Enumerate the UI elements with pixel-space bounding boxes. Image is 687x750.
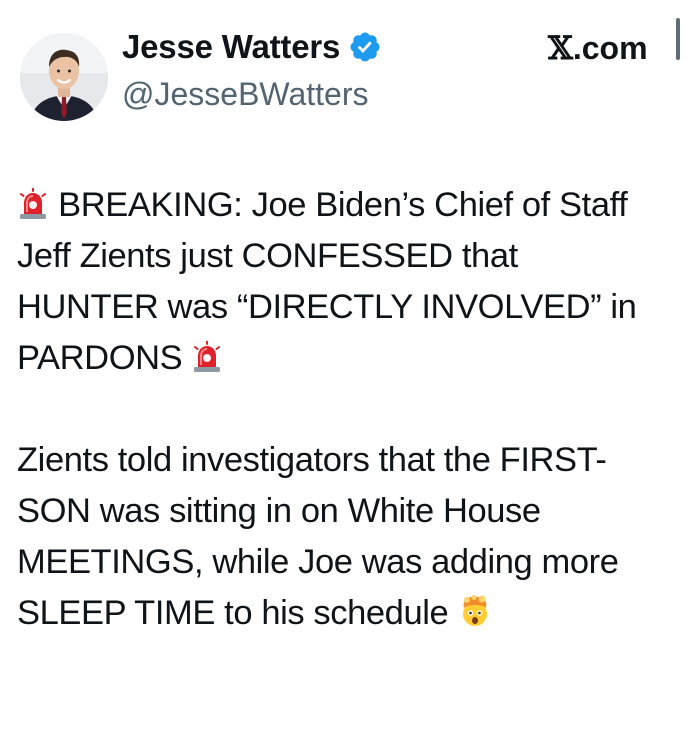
exploding-head-icon xyxy=(458,592,490,626)
tweet-paragraph: Zients told investigators that the FIRST… xyxy=(17,435,667,639)
scroll-indicator[interactable] xyxy=(676,18,680,60)
x-logo-icon: 𝕏 xyxy=(548,29,573,67)
verified-badge-icon xyxy=(348,30,382,64)
rotating-light-icon xyxy=(191,337,223,372)
rotating-light-icon xyxy=(17,184,49,219)
site-label: 𝕏.com xyxy=(548,28,648,68)
author-handle[interactable]: @JesseBWatters xyxy=(122,74,368,114)
tweet-paragraph-1-text: BREAKING: Joe Biden’s Chief of Staff Jef… xyxy=(17,186,637,377)
tweet-paragraph-2-text: Zients told investigators that the FIRST… xyxy=(17,441,619,632)
author-name-row: Jesse Watters xyxy=(122,27,382,67)
avatar-image xyxy=(20,33,108,121)
tweet-text: BREAKING: Joe Biden’s Chief of Staff Jef… xyxy=(17,180,667,639)
tweet-paragraph: BREAKING: Joe Biden’s Chief of Staff Jef… xyxy=(17,180,667,384)
display-name[interactable]: Jesse Watters xyxy=(122,27,340,67)
site-label-text: .com xyxy=(572,30,648,66)
avatar[interactable] xyxy=(20,33,108,121)
